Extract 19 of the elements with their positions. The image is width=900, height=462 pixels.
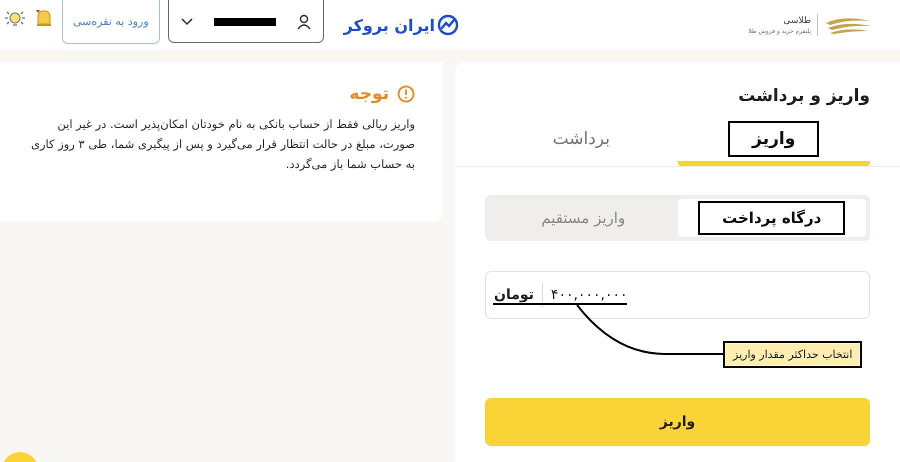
bell-icon[interactable] bbox=[34, 9, 54, 29]
callout-note: انتخاب حداکثر مقدار واریز bbox=[723, 341, 862, 368]
user-dropdown[interactable] bbox=[168, 0, 324, 43]
redaction-bar bbox=[214, 18, 276, 26]
logo-title: طلاسی bbox=[782, 16, 811, 26]
amount-field[interactable]: تومان ۴۰۰,۰۰۰,۰۰۰ bbox=[485, 271, 870, 319]
method-tab[interactable]: درگاه پرداخت bbox=[678, 199, 866, 237]
login-button[interactable]: ورود به نقره‌سی bbox=[62, 0, 160, 44]
panel-title: واریز و برداشت bbox=[737, 86, 870, 106]
user-icon bbox=[296, 14, 311, 30]
tab[interactable]: برداشت bbox=[485, 116, 678, 166]
notice-text: واریز ریالی فقط از حساب بانکی به نام خودتان امکان‌پذیر است. در غیر این صورت، مبلغ در حالت انتظار قرار می‌گیرد و پس از پیگیری شما، طی ۳ روز کاری به حساب شما باز می‌گردد. bbox=[30, 116, 415, 174]
brand-name: ایران بروکر bbox=[344, 16, 435, 34]
notice-title: توجه bbox=[349, 84, 389, 104]
tab[interactable]: واریز bbox=[678, 116, 870, 166]
chevron-down-icon bbox=[180, 18, 193, 26]
deposit-button[interactable]: واریز bbox=[485, 398, 870, 446]
exclamation-circle-icon bbox=[397, 85, 415, 103]
chart-circle-icon bbox=[436, 14, 459, 36]
